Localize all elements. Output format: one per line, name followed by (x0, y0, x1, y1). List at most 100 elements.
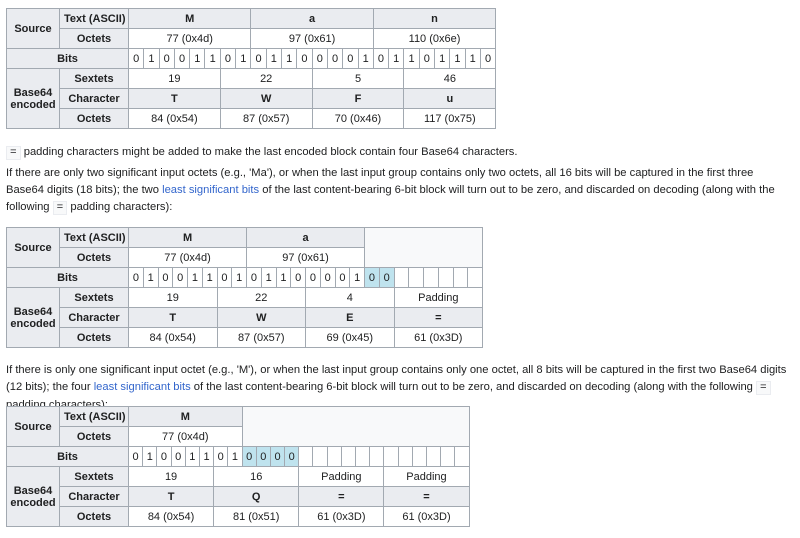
empty-bit-cell (411, 446, 427, 467)
text-cell: M (127, 227, 248, 248)
bit-cell: 0 (127, 48, 145, 69)
octets-header: Octets (59, 327, 129, 348)
out-octet-cell: 84 (0x54) (128, 327, 218, 348)
bit-cell: 0 (342, 48, 359, 69)
bit-cell: 1 (143, 48, 160, 69)
bit-cell: 0 (246, 267, 262, 288)
bit-cell: 1 (388, 48, 405, 69)
least-significant-bits-link[interactable]: least significant bits (94, 381, 191, 393)
base64-encoded-header: Base64 encoded (6, 466, 60, 527)
octet-cell: 77 (0x4d) (127, 247, 248, 268)
zero-bit-cell: 0 (255, 446, 271, 467)
character-cell: T (128, 307, 218, 328)
character-header: Character (59, 307, 129, 328)
text-cell: M (128, 406, 243, 427)
text-ascii-header: Text (ASCII) (59, 227, 129, 248)
zero-bit-cell: 0 (284, 446, 300, 467)
character-cell: = (393, 307, 484, 328)
bit-cell: 0 (418, 48, 435, 69)
out-octet-cell: 69 (0x45) (305, 327, 395, 348)
bit-cell: 1 (189, 48, 206, 69)
text-ascii-header: Text (ASCII) (59, 8, 129, 29)
character-header: Character (59, 486, 129, 507)
bit-cell: 0 (170, 446, 186, 467)
out-octet-cell: 117 (0x75) (403, 108, 497, 129)
sextets-header: Sextets (59, 68, 129, 89)
octet-cell: 97 (0x61) (246, 247, 366, 268)
bit-cell: 1 (201, 267, 218, 288)
text-cell: a (246, 227, 366, 248)
bit-cell: 1 (142, 267, 159, 288)
octets-header: Octets (59, 108, 129, 129)
octet-cell: 77 (0x4d) (128, 426, 243, 447)
bit-cell: 0 (219, 48, 237, 69)
bit-cell: 0 (479, 48, 497, 69)
empty-bit-cell (355, 446, 371, 467)
padding-cell: Padding (383, 466, 470, 487)
character-cell: = (383, 486, 470, 507)
base64-table-ma: Source Text (ASCII) M a Octets 77 (0x4d)… (6, 227, 484, 348)
bit-cell: 0 (326, 48, 344, 69)
bits-header: Bits (6, 446, 129, 467)
bit-cell: 1 (235, 48, 252, 69)
sextet-cell: 16 (213, 466, 300, 487)
empty-bit-cell (326, 446, 342, 467)
sextet-cell: 22 (216, 287, 307, 308)
bit-cell: 1 (265, 48, 283, 69)
character-cell: T (128, 88, 221, 109)
bit-cell: 1 (433, 48, 451, 69)
bit-cell: 0 (334, 267, 351, 288)
sextet-cell: 19 (128, 68, 221, 89)
octets-header: Octets (59, 247, 129, 268)
base64-encoded-header: Base64 encoded (6, 287, 60, 348)
character-cell: T (127, 486, 215, 507)
bit-cell: 0 (173, 48, 191, 69)
padding-note: = padding characters might be added to m… (6, 144, 518, 162)
sextet-cell: 19 (127, 466, 215, 487)
octet-cell: 77 (0x4d) (127, 28, 252, 49)
bit-cell: 0 (305, 267, 321, 288)
empty-bit-cell (437, 267, 454, 288)
padding-cell: Padding (393, 287, 484, 308)
octet-cell: 110 (0x6e) (372, 28, 497, 49)
bit-cell: 0 (128, 267, 144, 288)
padding-char-code: = (756, 381, 771, 395)
out-octet-cell: 61 (0x3D) (298, 506, 385, 527)
empty-bit-cell (425, 446, 442, 467)
least-significant-bits-link[interactable]: least significant bits (162, 184, 259, 196)
source-header: Source (6, 227, 60, 268)
out-octet-cell: 81 (0x51) (213, 506, 300, 527)
bit-cell: 0 (319, 267, 336, 288)
bit-cell: 0 (296, 48, 313, 69)
bit-cell: 0 (127, 446, 144, 467)
sextet-cell: 22 (219, 68, 313, 89)
text-cell: n (372, 8, 497, 29)
bit-cell: 0 (290, 267, 307, 288)
bit-cell: 1 (349, 267, 366, 288)
bit-cell: 1 (464, 48, 481, 69)
character-cell: W (219, 88, 313, 109)
zero-bit-cell: 0 (269, 446, 286, 467)
bit-cell: 0 (250, 48, 267, 69)
bit-cell: 1 (198, 446, 215, 467)
character-header: Character (59, 88, 129, 109)
empty-bit-cell (383, 446, 399, 467)
octet-cell: 97 (0x61) (250, 28, 374, 49)
bit-cell: 0 (172, 267, 188, 288)
bit-cell: 1 (449, 48, 466, 69)
padding-char-code: = (6, 146, 21, 160)
bit-cell: 1 (281, 48, 298, 69)
padding-char-code: = (52, 201, 68, 215)
out-octet-cell: 61 (0x3D) (383, 506, 470, 527)
empty-bit-cell (423, 267, 439, 288)
empty-bit-cell (397, 446, 413, 467)
bit-cell: 1 (403, 48, 420, 69)
bit-cell: 0 (158, 48, 175, 69)
bit-cell: 1 (184, 446, 200, 467)
bit-cell: 1 (142, 446, 158, 467)
empty-bit-cell (408, 267, 425, 288)
character-cell: = (298, 486, 385, 507)
sextet-cell: 5 (311, 68, 405, 89)
bit-cell: 1 (275, 267, 292, 288)
out-octet-cell: 87 (0x57) (216, 327, 307, 348)
